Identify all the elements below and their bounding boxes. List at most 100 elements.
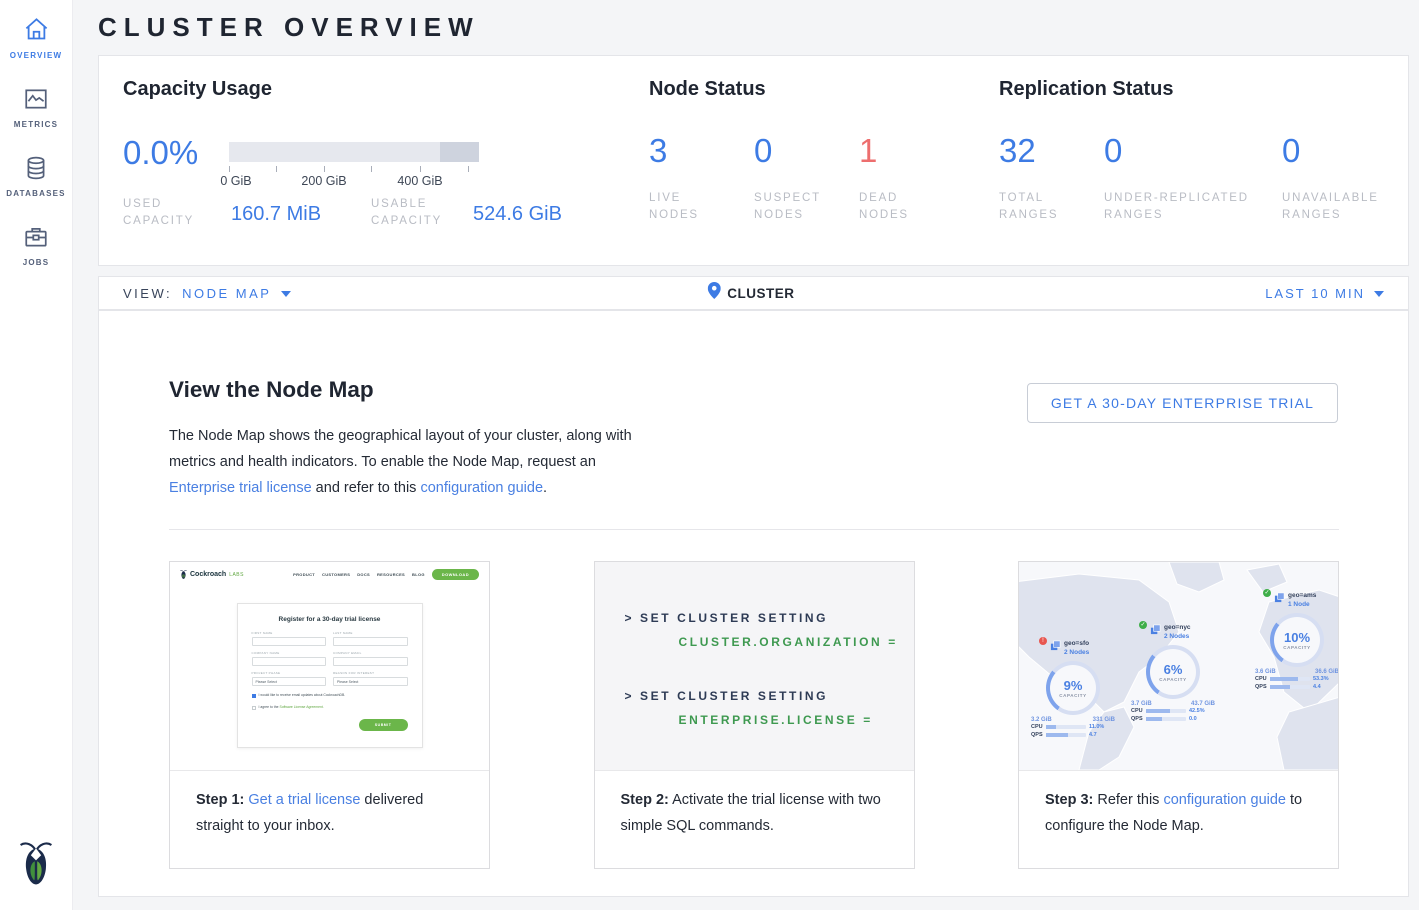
axis-tick [468, 166, 469, 172]
stat-value: 32 [999, 132, 1104, 170]
node-status-title: Node Status [649, 78, 766, 101]
enterprise-trial-button[interactable]: GET A 30-DAY ENTERPRISE TRIAL [1027, 383, 1338, 423]
cpu-value: 42.5% [1189, 708, 1205, 714]
step-3-caption: Step 3: Refer this configuration guide t… [1019, 770, 1338, 855]
used-capacity-value: 160.7 MiB [231, 203, 321, 226]
cpu-row: CPU 42.5% [1125, 707, 1221, 715]
locality-name: geo=nyc [1164, 624, 1191, 632]
capacity-bar-reserved-segment [440, 142, 479, 162]
jobs-icon [23, 224, 49, 250]
sidebar-item-databases[interactable]: DATABASES [0, 139, 72, 208]
text-input [333, 637, 408, 646]
qps-bar [1270, 685, 1310, 689]
sidebar-item-overview[interactable]: OVERVIEW [0, 0, 72, 70]
form-field: REASON FOR INTERESTPlease Select [333, 671, 408, 686]
usable-capacity-label: USABLE CAPACITY [371, 196, 463, 230]
view-selector[interactable]: VIEW: NODE MAP [123, 286, 291, 301]
step-2-card: > SET CLUSTER SETTING CLUSTER.ORGANIZATI… [594, 561, 915, 869]
get-trial-license-link[interactable]: Get a trial license [248, 792, 360, 808]
nav-item: PRODUCT [293, 572, 315, 577]
enterprise-trial-license-link[interactable]: Enterprise trial license [169, 480, 312, 496]
page-title: CLUSTER OVERVIEW [98, 12, 480, 43]
stat-value: 0 [754, 132, 859, 170]
logo-text: Cockroach [190, 571, 226, 578]
cpu-bar [1146, 709, 1186, 713]
checkbox-label: I would like to receive email updates ab… [259, 693, 346, 697]
capacity-total: 36.6 GiB [1315, 669, 1338, 675]
text-input [252, 657, 327, 666]
sql-line: > SET CLUSTER SETTING [625, 684, 914, 708]
text-input [252, 637, 327, 646]
node-map-panel: View the Node Map The Node Map shows the… [98, 310, 1409, 897]
nav-item: CUSTOMERS [322, 572, 350, 577]
form-field: COMPANY EMAIL [333, 651, 408, 666]
configuration-guide-link[interactable]: configuration guide [1163, 792, 1286, 808]
time-range-selector[interactable]: LAST 10 MIN [1265, 286, 1384, 301]
form-field: LAST NAME [333, 631, 408, 646]
field-label: COMPANY EMAIL [333, 651, 408, 655]
locality-header: ✓ geo=nyc 2 Nodes [1125, 624, 1221, 641]
axis-tick [276, 166, 277, 172]
sidebar-item-jobs[interactable]: JOBS [0, 208, 72, 277]
submit-button: SUBMIT [359, 719, 408, 731]
stat-label: SUSPECT NODES [754, 190, 834, 224]
field-label: PROJECT PHASE [252, 671, 327, 675]
sidebar-item-label: JOBS [23, 258, 50, 267]
locality-ams: ✓ geo=ams 1 Node 10% CAPACITY [1249, 592, 1338, 691]
stat-label: DEAD NODES [859, 190, 929, 224]
qps-row: QPS 4.4 [1249, 683, 1338, 691]
trial-license-site-screenshot: Cockroach LABS PRODUCT CUSTOMERS DOCS RE… [170, 562, 489, 770]
axis-tick [229, 166, 230, 172]
axis-tick-label: 0 GiB [220, 174, 251, 188]
step-1-card: Cockroach LABS PRODUCT CUSTOMERS DOCS RE… [169, 561, 490, 869]
stat-under-replicated-ranges: 0 UNDER-REPLICATED RANGES [1104, 132, 1282, 224]
description-text: and refer to this [312, 480, 421, 496]
description-text: . [543, 480, 547, 496]
locality-sfo: ! geo=sfo 2 Nodes 9% CAPACITY [1025, 640, 1121, 739]
used-capacity-percent: 0.0% [123, 134, 198, 172]
stat-value: 0 [1104, 132, 1282, 170]
capacity-total: 331 GiB [1093, 717, 1115, 723]
cpu-value: 11.0% [1089, 724, 1104, 730]
stat-dead-nodes: 1 DEAD NODES [859, 132, 964, 224]
map-pin-icon [707, 282, 720, 304]
locality-names: geo=ams 1 Node [1288, 592, 1316, 609]
cpu-bar [1270, 677, 1310, 681]
time-range-value: LAST 10 MIN [1265, 286, 1365, 301]
download-button: DOWNLOAD [432, 569, 479, 580]
cluster-breadcrumb: CLUSTER [707, 282, 794, 304]
usable-capacity-value: 524.6 GiB [473, 203, 562, 226]
healthy-badge-icon: ✓ [1263, 589, 1271, 597]
step-2-caption: Step 2: Activate the trial license with … [595, 770, 914, 855]
step-number: Step 1: [196, 792, 244, 808]
stat-value: 3 [649, 132, 754, 170]
sql-command: SET CLUSTER SETTING [640, 689, 828, 703]
databases-icon [23, 155, 49, 181]
sidebar-item-label: METRICS [14, 120, 58, 129]
qps-value: 4.4 [1313, 684, 1321, 690]
capacity-usage-title: Capacity Usage [123, 78, 272, 101]
configuration-guide-link[interactable]: configuration guide [420, 480, 543, 496]
nav-item: BLOG [412, 572, 425, 577]
stat-label: LIVE NODES [649, 190, 719, 224]
cpu-label: CPU [1131, 708, 1143, 714]
qps-label: QPS [1031, 732, 1043, 738]
locality-name: geo=sfo [1064, 640, 1089, 648]
qps-row: QPS 4.7 [1025, 731, 1121, 739]
sidebar-item-metrics[interactable]: METRICS [0, 70, 72, 139]
capacity-bar-chart: 0 GiB 200 GiB 400 GiB [229, 142, 479, 192]
cpu-row: CPU 53.3% [1249, 675, 1338, 683]
nav-item: RESOURCES [377, 572, 405, 577]
qps-bar [1046, 733, 1086, 737]
axis-tick [420, 166, 421, 172]
sidebar-item-label: OVERVIEW [10, 51, 63, 60]
cockroachdb-logo-icon [18, 839, 54, 892]
select-input: Please Select [333, 677, 408, 686]
site-mock-nav: PRODUCT CUSTOMERS DOCS RESOURCES BLOG DO… [293, 569, 479, 580]
sql-argument: CLUSTER.ORGANIZATION = [625, 630, 914, 654]
capacity-total: 43.7 GiB [1191, 701, 1215, 707]
capacity-used: 3.2 GiB [1031, 717, 1052, 723]
qps-bar [1146, 717, 1186, 721]
view-label: VIEW: [123, 286, 172, 301]
qps-value: 0.0 [1189, 716, 1197, 722]
